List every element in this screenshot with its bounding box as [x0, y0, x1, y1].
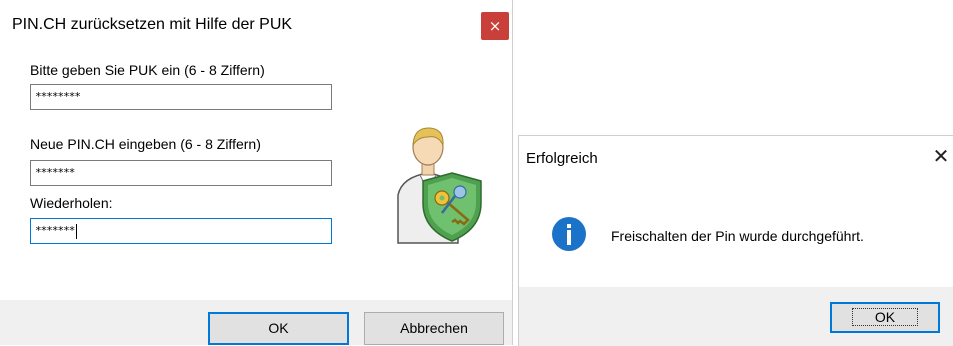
success-message: Freischalten der Pin wurde durchgeführt.: [611, 228, 864, 244]
new-pin-input[interactable]: *******: [30, 160, 332, 186]
ok-button[interactable]: OK: [208, 312, 349, 345]
puk-dialog-title: PIN.CH zurücksetzen mit Hilfe der PUK: [12, 16, 293, 33]
user-key-shield-icon: [397, 127, 482, 244]
puk-input-value: ********: [35, 90, 81, 103]
text-caret: [76, 223, 78, 239]
success-dialog-title: Erfolgreich: [526, 150, 598, 167]
puk-dialog-titlebar[interactable]: PIN.CH zurücksetzen mit Hilfe der PUK ×: [0, 0, 512, 54]
puk-label: Bitte geben Sie PUK ein (6 - 8 Ziffern): [30, 62, 265, 78]
close-icon[interactable]: ×: [481, 12, 509, 40]
success-ok-label: OK: [851, 308, 919, 326]
success-dialog: Erfolgreich ✕ Freischalten der Pin wurde…: [518, 135, 953, 346]
close-icon[interactable]: ✕: [929, 144, 953, 168]
repeat-pin-input-value: *******: [35, 224, 75, 237]
repeat-pin-label: Wiederholen:: [30, 195, 113, 211]
info-icon: [552, 217, 586, 251]
cancel-button[interactable]: Abbrechen: [364, 312, 504, 345]
repeat-pin-input[interactable]: *******: [30, 218, 332, 244]
new-pin-input-value: *******: [35, 166, 75, 179]
puk-input[interactable]: ********: [30, 84, 332, 110]
puk-reset-dialog: PIN.CH zurücksetzen mit Hilfe der PUK × …: [0, 0, 513, 345]
new-pin-label: Neue PIN.CH eingeben (6 - 8 Ziffern): [30, 136, 261, 152]
success-ok-button[interactable]: OK: [830, 302, 940, 333]
